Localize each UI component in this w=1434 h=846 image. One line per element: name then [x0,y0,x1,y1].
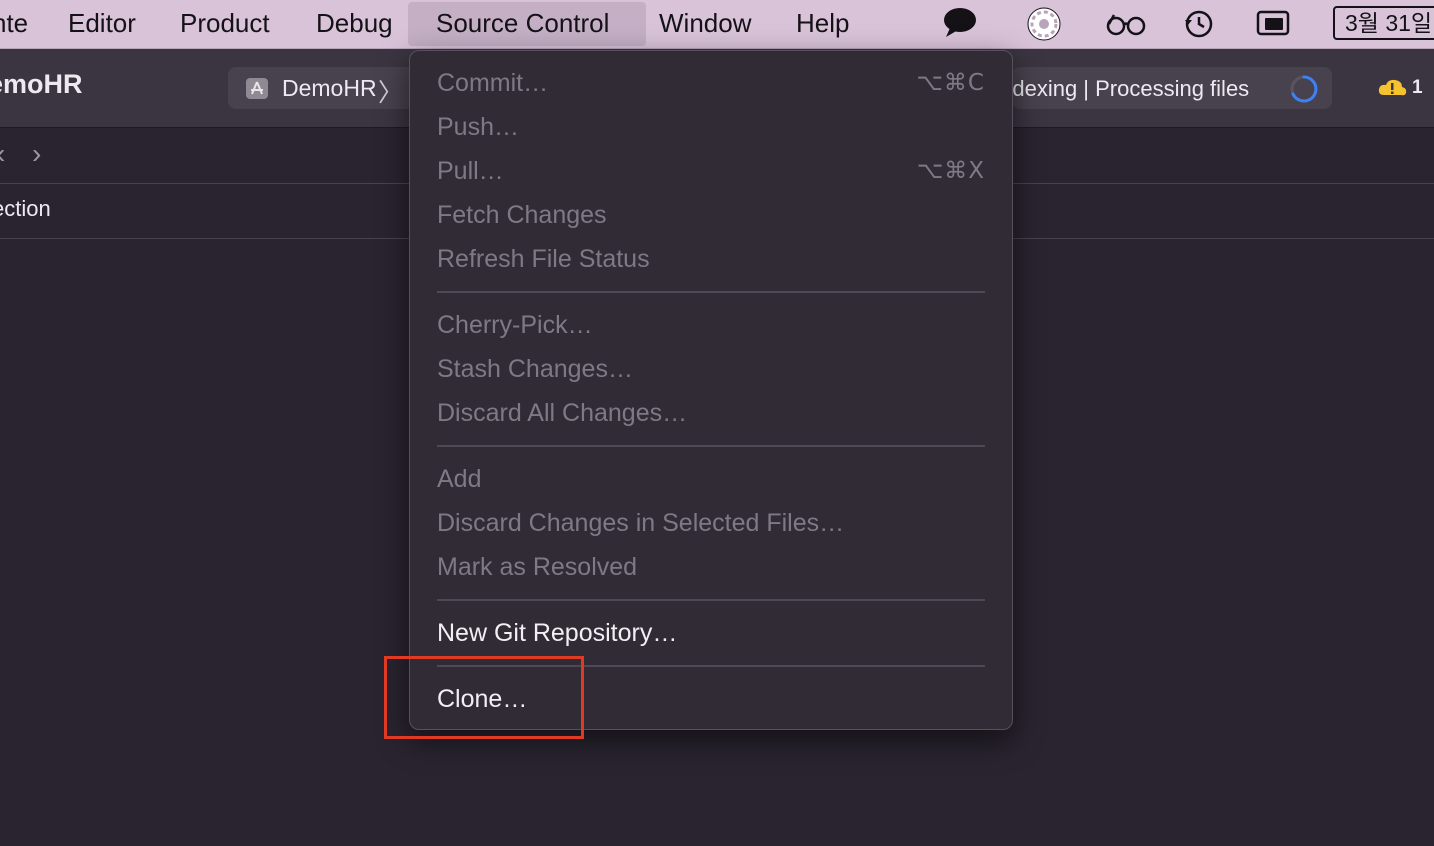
source-control-menu: Commit… ⌥⌘C Push… Pull… ⌥⌘X Fetch Change… [409,50,1013,730]
menu-item-label: New Git Repository… [437,619,678,647]
menu-item-fetch-changes[interactable]: Fetch Changes [437,195,985,235]
menu-debug[interactable]: Debug [316,0,393,48]
menu-window[interactable]: Window [659,0,751,48]
menu-separator [437,599,985,601]
menu-item-label: Add [437,465,482,493]
scheme-label: DemoHR [282,75,377,101]
shortcut-label: ⌥⌘X [916,158,985,184]
menu-bar: nte Editor Product Debug Source Control … [0,0,1434,49]
menu-separator [437,445,985,447]
menu-item-new-git-repository[interactable]: New Git Repository… [437,613,985,653]
menu-item-label: Push… [437,113,519,141]
menu-item-discard-selected[interactable]: Discard Changes in Selected Files… [437,503,985,543]
menu-navigate[interactable]: nte [0,0,28,48]
menu-item-label: Refresh File Status [437,245,650,273]
warning-count[interactable]: 1 [1412,77,1423,99]
menu-item-label: Fetch Changes [437,201,607,229]
time-machine-icon[interactable] [1183,8,1215,40]
menu-item-label: Stash Changes… [437,355,633,383]
scheme-selector[interactable]: DemoHR 〉 [228,67,423,109]
warning-icon[interactable] [1376,77,1408,99]
project-title: emoHR [0,69,83,99]
menu-item-commit[interactable]: Commit… ⌥⌘C [437,63,985,103]
clone-highlight-box [384,656,584,739]
forward-arrow-icon[interactable]: › [32,138,41,170]
glasses-icon[interactable] [1106,12,1146,36]
menu-item-pull[interactable]: Pull… ⌥⌘X [437,151,985,191]
menu-item-label: Commit… [437,69,549,97]
chevron-right-icon: 〉 [378,79,404,107]
app-target-icon [246,78,268,99]
menu-item-label: Cherry-Pick… [437,311,593,339]
shortcut-label: ⌥⌘C [916,70,985,96]
activity-status-text: Indexing | Processing files [1012,76,1250,101]
menu-item-label: Discard Changes in Selected Files… [437,509,845,537]
menu-item-stash-changes[interactable]: Stash Changes… [437,349,985,389]
menu-separator [437,291,985,293]
activity-viewer: Indexing | Processing files [1012,67,1332,109]
progress-spinner-icon [1290,75,1318,103]
menu-item-cherry-pick[interactable]: Cherry-Pick… [437,305,985,345]
back-arrow-icon[interactable]: ‹ [0,138,5,170]
menu-editor[interactable]: Editor [68,0,136,48]
menu-source-control[interactable]: Source Control [408,2,646,46]
settings-wheel-icon[interactable] [1026,6,1062,42]
date-display[interactable]: 3월 31일 [1333,6,1434,40]
menu-item-label: Pull… [437,157,504,185]
menu-item-push[interactable]: Push… [437,107,985,147]
menu-item-mark-as-resolved[interactable]: Mark as Resolved [437,547,985,587]
menu-item-add[interactable]: Add [437,459,985,499]
menu-item-refresh-file-status[interactable]: Refresh File Status [437,239,985,279]
menu-product[interactable]: Product [180,0,270,48]
screen-mirroring-icon[interactable] [1256,10,1290,38]
menu-help[interactable]: Help [796,0,849,48]
menu-item-label: Discard All Changes… [437,399,688,427]
menu-item-discard-all-changes[interactable]: Discard All Changes… [437,393,985,433]
menu-item-label: Mark as Resolved [437,553,638,581]
section-label: ection [0,196,51,221]
messages-icon[interactable] [942,6,978,40]
